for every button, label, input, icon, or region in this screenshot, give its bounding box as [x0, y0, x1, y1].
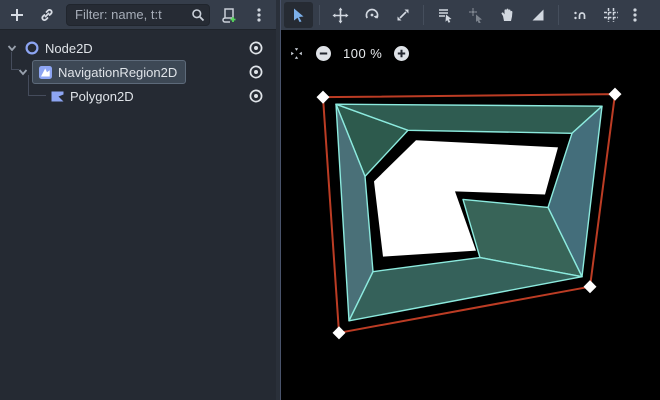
vertex-handle[interactable]	[333, 326, 346, 339]
snap-object-button[interactable]	[461, 2, 490, 28]
ruler-tool-button[interactable]	[523, 2, 552, 28]
ruler-icon	[530, 7, 546, 23]
search-icon	[191, 8, 205, 22]
list-select-icon	[437, 7, 453, 23]
visibility-eye-icon[interactable]	[248, 40, 264, 56]
zoom-level[interactable]: 100 %	[343, 46, 382, 61]
vertex-handle[interactable]	[609, 88, 622, 101]
grid-snap-button[interactable]	[596, 2, 625, 28]
scale-icon	[395, 7, 411, 23]
vertex-handle[interactable]	[317, 91, 330, 104]
pan-hand-icon	[499, 7, 515, 23]
kebab-menu-icon	[256, 7, 262, 23]
viewport-2d: 100 %	[281, 0, 660, 400]
tree-guide	[28, 75, 46, 96]
plus-icon	[9, 7, 25, 23]
move-tool-button[interactable]	[326, 2, 355, 28]
scale-tool-button[interactable]	[388, 2, 417, 28]
move-icon	[332, 7, 349, 24]
navigation-region-drawing	[281, 30, 660, 400]
center-view-button[interactable]	[289, 46, 304, 61]
scene-toolbar	[0, 0, 276, 30]
polygon2d-icon	[50, 89, 65, 104]
zoom-out-button[interactable]	[315, 45, 332, 62]
smart-snap-button[interactable]	[565, 2, 594, 28]
link-icon	[39, 7, 55, 23]
scene-menu-button[interactable]	[248, 4, 270, 26]
toolbar-separator	[319, 5, 320, 25]
tree-guide	[11, 52, 19, 70]
node2d-circle-icon	[24, 40, 40, 56]
tree-row-polygon2d[interactable]: Polygon2D	[0, 84, 276, 108]
select-tool-button[interactable]	[284, 2, 313, 28]
add-node-button[interactable]	[6, 4, 28, 26]
script-add-icon	[221, 7, 237, 23]
viewport-toolbar	[281, 0, 660, 30]
kebab-menu-icon	[632, 7, 638, 23]
zoom-in-button[interactable]	[393, 45, 410, 62]
center-view-icon	[289, 46, 304, 61]
filter-field-wrap	[66, 4, 210, 26]
toolbar-separator	[558, 5, 559, 25]
grid-snap-icon	[603, 7, 619, 23]
tree-row-node2d[interactable]: Node2D	[0, 36, 276, 60]
snap-object-icon	[468, 7, 484, 23]
godot-editor: Node2D NavigationRegion2D	[0, 0, 660, 400]
minus-circle-icon	[315, 45, 332, 62]
node-label: Polygon2D	[70, 89, 134, 104]
vertex-handle[interactable]	[584, 280, 597, 293]
select-arrow-icon	[291, 7, 307, 23]
visibility-eye-icon[interactable]	[248, 64, 264, 80]
viewport-menu-button[interactable]	[627, 2, 643, 28]
attach-script-button[interactable]	[218, 4, 240, 26]
scene-tree: Node2D NavigationRegion2D	[0, 30, 276, 400]
scene-panel: Node2D NavigationRegion2D	[0, 0, 276, 400]
canvas-2d[interactable]: 100 %	[281, 30, 660, 400]
list-select-button[interactable]	[430, 2, 459, 28]
rotate-icon	[364, 7, 380, 23]
pan-tool-button[interactable]	[492, 2, 521, 28]
zoom-controls: 100 %	[289, 45, 410, 62]
rotate-tool-button[interactable]	[357, 2, 386, 28]
visibility-eye-icon[interactable]	[248, 88, 264, 104]
toolbar-separator	[423, 5, 424, 25]
node-label: Node2D	[45, 41, 93, 56]
selected-node-box[interactable]: NavigationRegion2D	[32, 60, 186, 84]
instance-scene-button[interactable]	[36, 4, 58, 26]
node-label: NavigationRegion2D	[58, 65, 177, 80]
smart-snap-icon	[572, 7, 588, 23]
plus-circle-icon	[393, 45, 410, 62]
filter-input[interactable]	[66, 4, 210, 26]
